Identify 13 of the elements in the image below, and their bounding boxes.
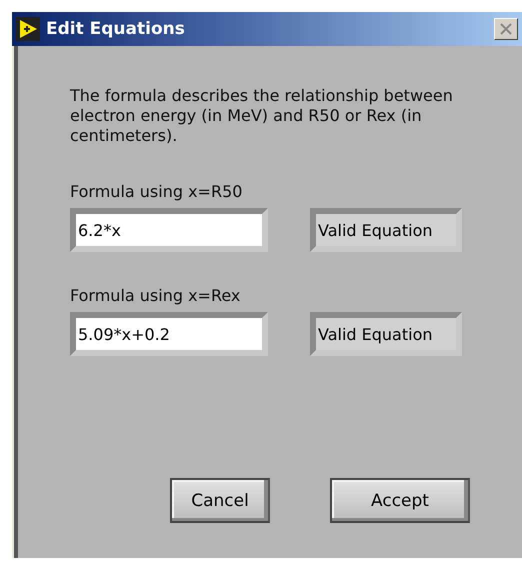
status-indicator: Valid Equation (310, 312, 462, 356)
status-indicator: Valid Equation (310, 208, 462, 252)
formula-field[interactable]: 5.09*x+0.2 (70, 312, 268, 356)
window-title: Edit Equations (46, 19, 186, 39)
close-icon (500, 23, 512, 35)
cancel-button[interactable]: Cancel (170, 478, 270, 523)
accept-button[interactable]: Accept (330, 478, 470, 523)
app-icon (16, 17, 40, 41)
close-button[interactable] (494, 18, 518, 40)
field-label: Formula using x=Rex (70, 286, 242, 305)
field-label: Formula using x=R50 (70, 182, 244, 201)
description-text: The formula describes the relationship between electron energy (in MeV) and R50 or Rex (in centimeters). (70, 86, 454, 146)
formula-field[interactable]: 6.2*x (70, 208, 268, 252)
